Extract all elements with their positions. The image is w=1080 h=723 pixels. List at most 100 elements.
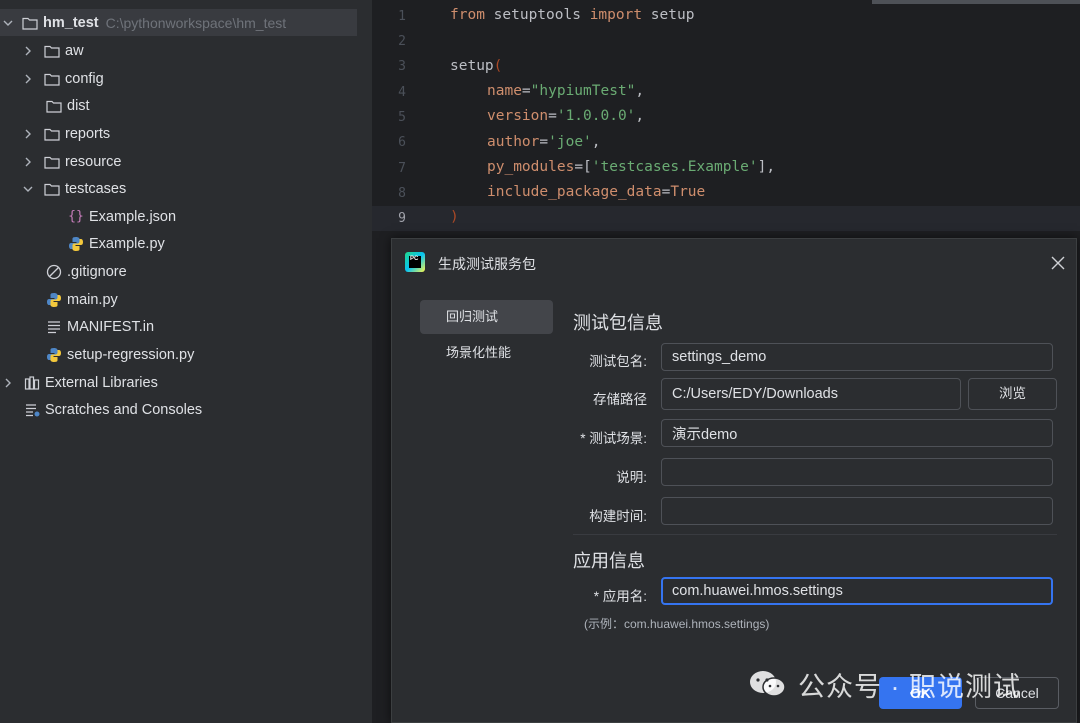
tree-item-label: Scratches and Consoles xyxy=(45,401,203,418)
dialog-title: 生成测试服务包 xyxy=(438,256,536,272)
package-name-input[interactable] xyxy=(661,343,1053,371)
line-number: 6 xyxy=(398,135,406,150)
description-input[interactable] xyxy=(661,458,1053,486)
line-number-current: 9 xyxy=(398,211,406,226)
line-number: 8 xyxy=(398,186,406,201)
code-line-6: author='joe', xyxy=(487,134,601,150)
pycharm-logo-icon: PC xyxy=(405,252,425,272)
tree-item-reports[interactable]: reports xyxy=(0,120,372,147)
tree-item-label: MANIFEST.in xyxy=(67,318,155,335)
storage-path-label: 存储路径 xyxy=(593,392,647,407)
package-name-label: 测试包名: xyxy=(589,354,647,369)
tree-item-example-json[interactable]: {} Example.json xyxy=(0,203,372,230)
tree-item-label: dist xyxy=(67,97,90,114)
folder-icon xyxy=(22,15,38,31)
build-time-label: 构建时间: xyxy=(589,509,647,524)
code-line-1: from setuptools import setup xyxy=(450,7,695,23)
tree-item-label: setup-regression.py xyxy=(67,346,195,363)
project-tree: hm_test C:\pythonworkspace\hm_test aw co… xyxy=(0,0,372,723)
tree-item-testcases[interactable]: testcases xyxy=(0,175,372,202)
tree-item-aw[interactable]: aw xyxy=(0,37,372,64)
app-name-example: (示例：com.huawei.hmos.settings) xyxy=(584,617,770,631)
code-line-9: ) xyxy=(450,209,459,225)
tree-item-label: Example.py xyxy=(89,235,165,252)
chevron-right-icon[interactable] xyxy=(22,37,34,64)
tree-item-config[interactable]: config xyxy=(0,65,372,92)
folder-icon xyxy=(44,154,60,170)
tree-item-external-libraries[interactable]: External Libraries xyxy=(0,369,372,396)
nav-regression-test[interactable]: 回归测试 xyxy=(420,300,553,334)
folder-icon xyxy=(46,98,62,114)
code-line-4: name="hypiumTest", xyxy=(487,83,645,99)
code-line-7: py_modules=['testcases.Example'], xyxy=(487,159,776,175)
section-app-info: 应用信息 xyxy=(573,551,645,571)
editor-scrollbar[interactable] xyxy=(872,0,1080,4)
line-number: 4 xyxy=(398,85,406,100)
test-scene-label: * 测试场景: xyxy=(580,431,647,446)
description-label: 说明: xyxy=(616,470,647,485)
tree-root-hm-test[interactable]: hm_test C:\pythonworkspace\hm_test xyxy=(0,9,357,36)
nav-scenario-performance[interactable]: 场景化性能 xyxy=(420,336,553,370)
python-file-icon xyxy=(68,236,84,252)
wechat-logo-icon xyxy=(748,669,788,699)
tree-item-label: External Libraries xyxy=(45,374,158,391)
tree-item-label: resource xyxy=(65,153,122,170)
tree-item-dist[interactable]: dist xyxy=(0,92,372,119)
tree-item-gitignore[interactable]: .gitignore xyxy=(0,258,372,285)
chevron-right-icon[interactable] xyxy=(22,148,34,175)
ignore-file-icon xyxy=(46,264,62,280)
code-line-5: version='1.0.0.0', xyxy=(487,108,645,124)
code-line-8: include_package_data=True xyxy=(487,184,706,200)
folder-icon xyxy=(44,43,60,59)
current-line-highlight xyxy=(372,206,1080,231)
tree-item-main-py[interactable]: main.py xyxy=(0,286,372,313)
tree-item-label: config xyxy=(65,70,104,87)
tree-root-path: C:\pythonworkspace\hm_test xyxy=(105,14,287,31)
folder-icon xyxy=(44,126,60,142)
chevron-right-icon[interactable] xyxy=(2,369,14,396)
tree-item-resource[interactable]: resource xyxy=(0,148,372,175)
app-name-input[interactable] xyxy=(661,577,1053,605)
tree-item-label: main.py xyxy=(67,291,118,308)
browse-button[interactable]: 浏览 xyxy=(968,378,1057,410)
line-number: 5 xyxy=(398,110,406,125)
section-divider xyxy=(573,534,1057,535)
tree-item-scratches[interactable]: Scratches and Consoles xyxy=(0,396,372,423)
tree-item-example-py[interactable]: Example.py xyxy=(0,230,372,257)
tree-item-label: reports xyxy=(65,125,111,142)
watermark-text: 公众号 · 职说测试 xyxy=(798,671,1021,702)
build-time-input[interactable] xyxy=(661,497,1053,525)
dialog-title-bar[interactable]: PC 生成测试服务包 xyxy=(392,239,1078,287)
chevron-down-icon[interactable] xyxy=(22,175,34,202)
python-file-icon xyxy=(46,347,62,363)
line-number: 2 xyxy=(398,34,406,49)
tree-item-label: Example.json xyxy=(89,208,177,225)
tree-item-label: .gitignore xyxy=(67,263,127,280)
chevron-down-icon[interactable] xyxy=(2,9,14,36)
storage-path-input[interactable] xyxy=(661,378,961,410)
scratches-icon xyxy=(24,402,40,418)
wechat-watermark: 公众号 · 职说测试 xyxy=(748,662,1058,706)
python-file-icon xyxy=(46,292,62,308)
json-file-icon: {} xyxy=(68,209,84,224)
library-icon xyxy=(24,375,40,391)
close-icon[interactable] xyxy=(1048,253,1068,273)
tree-item-label: testcases xyxy=(65,180,127,197)
tree-item-setup-regression[interactable]: setup-regression.py xyxy=(0,341,372,368)
build-test-package-dialog: PC 生成测试服务包 回归测试 场景化性能 测试包信息 测试包名: 存储路径 浏… xyxy=(391,238,1077,723)
section-package-info: 测试包信息 xyxy=(573,313,663,333)
line-number: 7 xyxy=(398,161,406,176)
test-scene-input[interactable] xyxy=(661,419,1053,447)
chevron-right-icon[interactable] xyxy=(22,65,34,92)
tree-root-label: hm_test xyxy=(43,14,99,31)
code-line-3: setup( xyxy=(450,58,503,74)
folder-icon xyxy=(44,181,60,197)
tree-item-manifest[interactable]: MANIFEST.in xyxy=(0,313,372,340)
tree-item-label: aw xyxy=(65,42,84,59)
text-file-icon xyxy=(46,319,62,335)
folder-icon xyxy=(44,71,60,87)
app-name-label: * 应用名: xyxy=(593,589,647,604)
line-number: 3 xyxy=(398,59,406,74)
line-number: 1 xyxy=(398,9,406,24)
chevron-right-icon[interactable] xyxy=(22,120,34,147)
